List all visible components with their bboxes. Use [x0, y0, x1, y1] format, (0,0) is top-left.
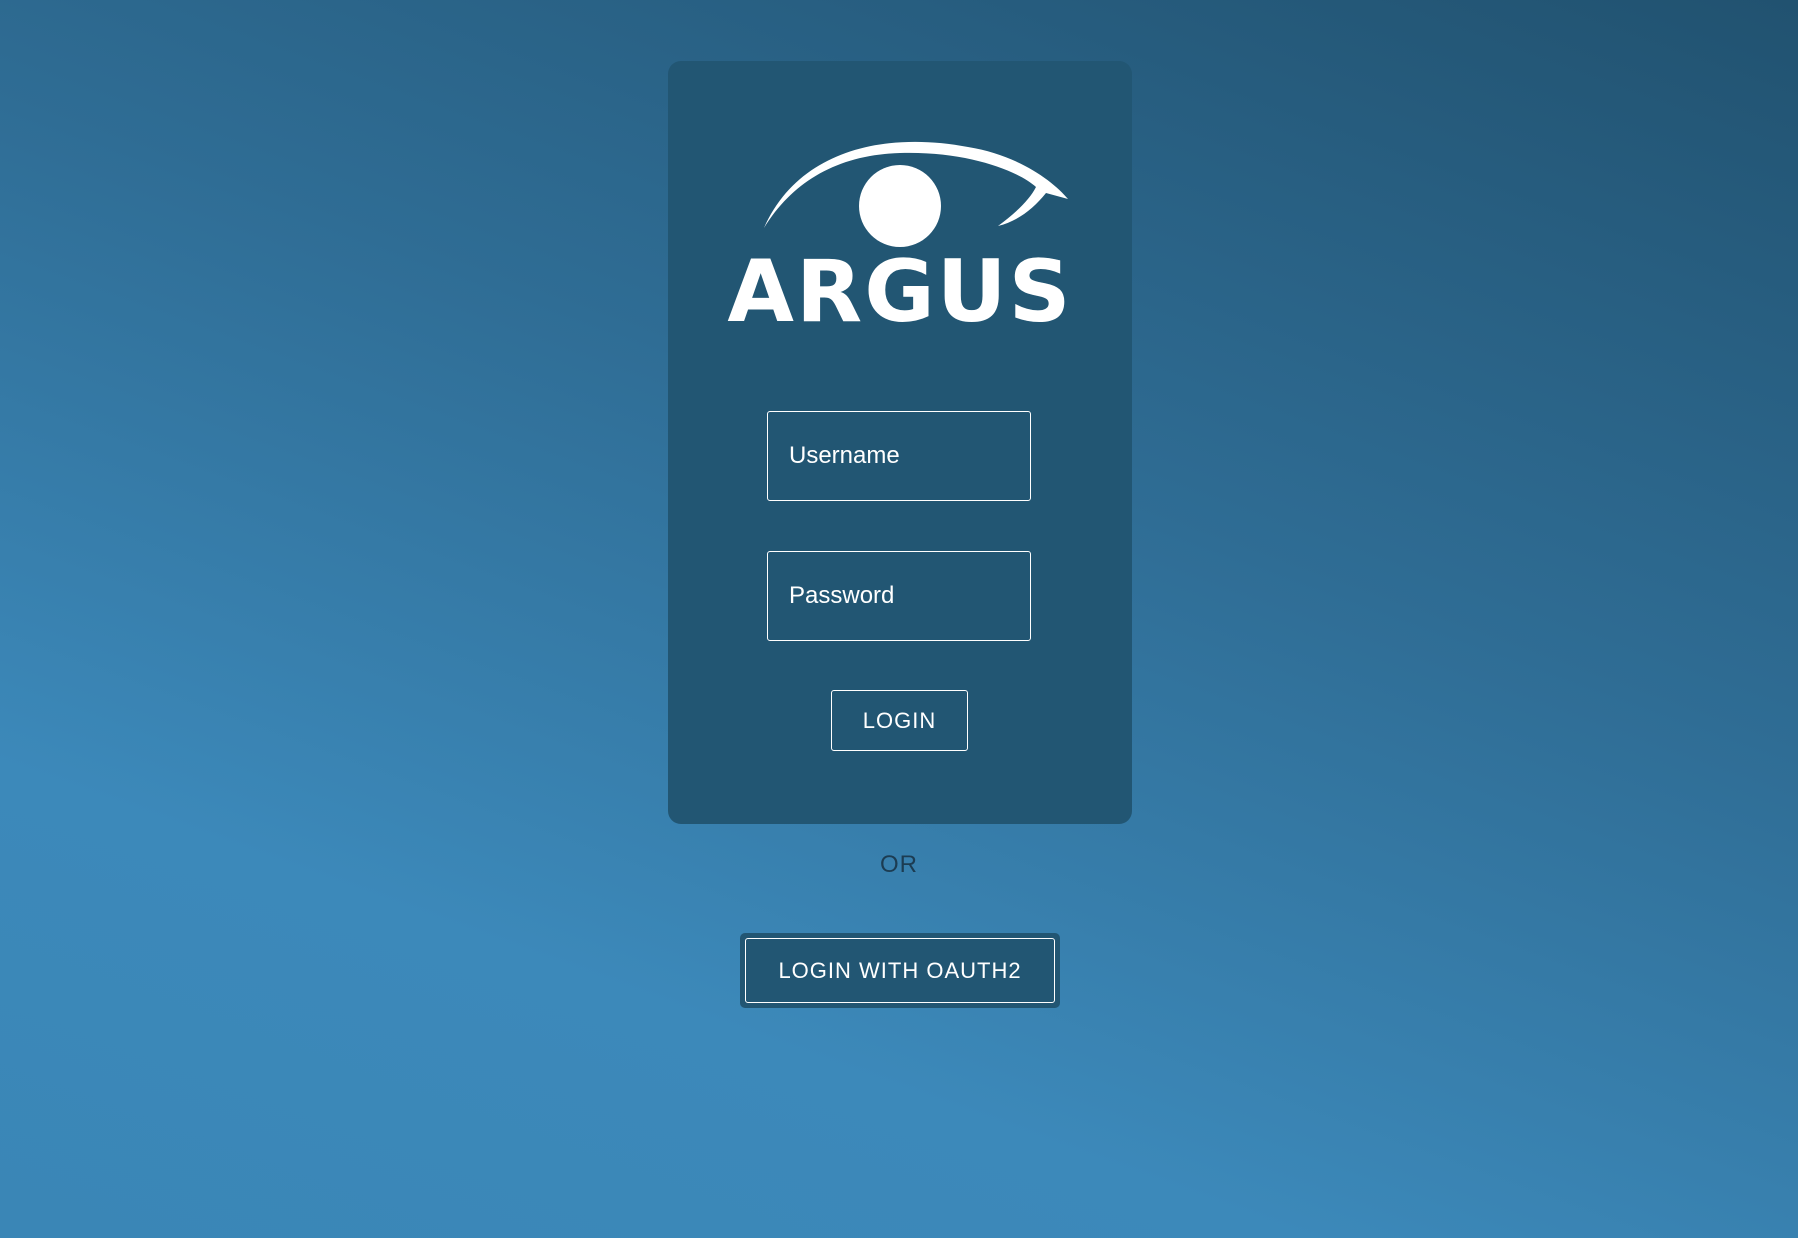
- logo-wordmark: ARGUS: [727, 242, 1073, 342]
- username-input[interactable]: [767, 411, 1031, 501]
- oauth-button-frame: LOGIN WITH OAUTH2: [740, 933, 1060, 1008]
- eye-icon: [764, 141, 1068, 247]
- login-button[interactable]: LOGIN: [831, 690, 968, 751]
- oauth2-login-button[interactable]: LOGIN WITH OAUTH2: [745, 938, 1055, 1003]
- login-card: ARGUS LOGIN: [668, 61, 1132, 824]
- or-separator: OR: [880, 851, 918, 878]
- password-input[interactable]: [767, 551, 1031, 641]
- argus-logo: ARGUS: [668, 61, 1132, 381]
